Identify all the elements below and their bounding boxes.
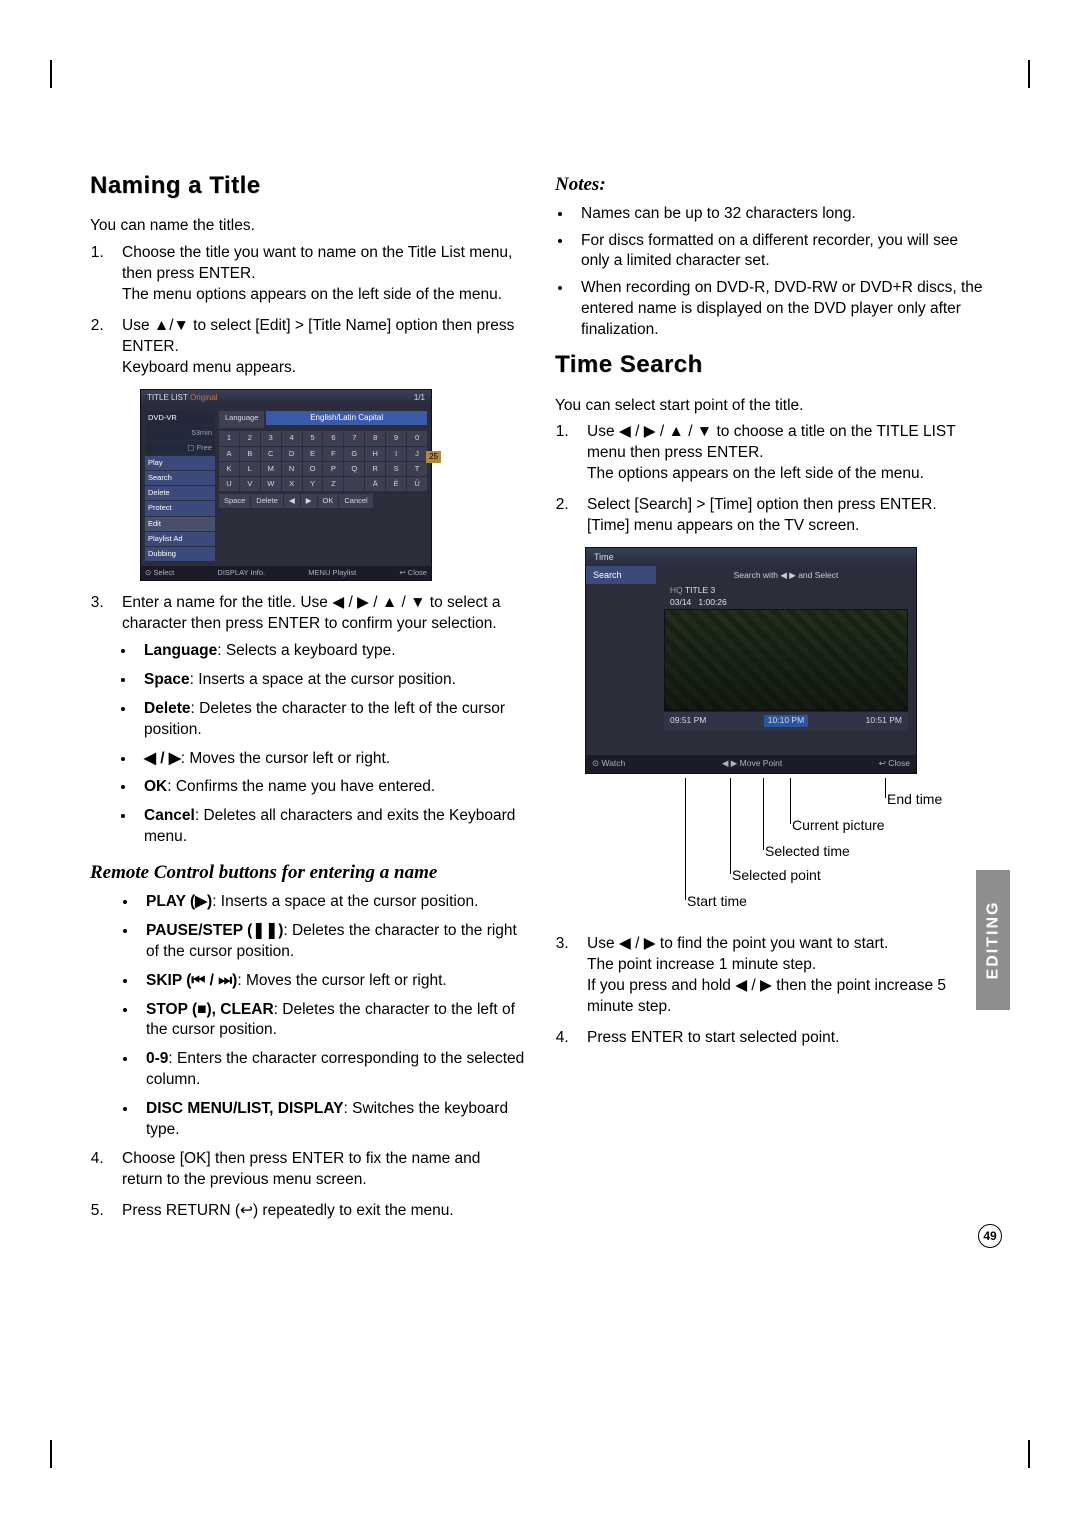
callout-start-time: Start time xyxy=(687,892,747,911)
sub-bullet: OK: Confirms the name you have entered. xyxy=(136,777,525,798)
osd-key: Ä xyxy=(365,477,385,491)
remote-subheading: Remote Control buttons for entering a na… xyxy=(90,860,525,886)
osd-key: I xyxy=(386,447,406,461)
osd-key: A xyxy=(219,447,239,461)
remote-bullet: PAUSE/STEP (❚❚): Deletes the character t… xyxy=(138,921,525,963)
intro-text: You can name the titles. xyxy=(90,216,525,237)
sub-bullet: Language: Selects a keyboard type. xyxy=(136,641,525,662)
osd-key: D xyxy=(282,447,302,461)
osd-timesearch-screenshot: Time Search Search with ◀ ▶ and Select H… xyxy=(585,547,917,774)
osd-key: Q xyxy=(344,462,364,476)
sub-bullet: Delete: Deletes the character to the lef… xyxy=(136,699,525,741)
osd-key: U xyxy=(219,477,239,491)
remote-bullet: SKIP (⏮ / ⏭): Moves the cursor left or r… xyxy=(138,971,525,992)
osd-keyboard-screenshot: TITLE LIST Original 1/1 DVD-VR 53min ▢ F… xyxy=(140,389,432,581)
tstep-2: Select [Search] > [Time] option then pre… xyxy=(573,495,990,537)
osd-key: Y xyxy=(303,477,323,491)
remote-bullet: 0-9: Enters the character corresponding … xyxy=(138,1049,525,1091)
osd-key: S xyxy=(386,462,406,476)
osd-key: E xyxy=(303,447,323,461)
sub-bullet: ◀ / ▶: Moves the cursor left or right. xyxy=(136,749,525,770)
osd-key: C xyxy=(261,447,281,461)
tstep-4: Press ENTER to start selected point. xyxy=(573,1028,990,1049)
osd-key: X xyxy=(282,477,302,491)
osd-key: L xyxy=(240,462,260,476)
osd-lang-label: English/Latin Capital xyxy=(266,411,427,426)
osd-key: É xyxy=(386,477,406,491)
osd-key: 5 xyxy=(303,431,323,445)
note-bullet: Names can be up to 32 characters long. xyxy=(573,204,990,225)
osd-key: Z xyxy=(323,477,343,491)
osd-key: 2 xyxy=(240,431,260,445)
section-tab-editing: EDITING xyxy=(976,870,1010,1010)
osd-key: M xyxy=(261,462,281,476)
osd-preview-area xyxy=(664,609,908,711)
remote-bullet: DISC MENU/LIST, DISPLAY: Switches the ke… xyxy=(138,1099,525,1141)
callouts-block: End time Current picture Selected time S… xyxy=(585,778,945,928)
osd-key: F xyxy=(323,447,343,461)
callout-current-picture: Current picture xyxy=(792,816,885,835)
osd-key: T xyxy=(407,462,427,476)
remote-bullet: PLAY (▶): Inserts a space at the cursor … xyxy=(138,892,525,913)
osd-key: H xyxy=(365,447,385,461)
step-5: Press RETURN (↩) repeatedly to exit the … xyxy=(108,1201,525,1222)
remote-bullet: STOP (■), CLEAR: Deletes the character t… xyxy=(138,1000,525,1042)
osd-key: 4 xyxy=(282,431,302,445)
osd-key: 0 xyxy=(407,431,427,445)
step-1: Choose the title you want to name on the… xyxy=(108,243,525,306)
right-column: Notes: Names can be up to 32 characters … xyxy=(555,170,990,1232)
sub-bullet: Space: Inserts a space at the cursor pos… xyxy=(136,670,525,691)
page-number: 49 xyxy=(978,1224,1002,1248)
heading-naming-title: Naming a Title xyxy=(90,170,525,202)
osd-key: R xyxy=(365,462,385,476)
osd-key: J xyxy=(407,447,427,461)
callout-selected-time: Selected time xyxy=(765,842,850,861)
osd-key: 1 xyxy=(219,431,239,445)
note-bullet: For discs formatted on a different recor… xyxy=(573,231,990,273)
osd-key: V xyxy=(240,477,260,491)
osd-key: 3 xyxy=(261,431,281,445)
tstep-1: Use ◀ / ▶ / ▲ / ▼ to choose a title on t… xyxy=(573,422,990,485)
osd-key xyxy=(344,477,364,491)
notes-heading: Notes: xyxy=(555,172,990,198)
step-2: Use ▲/▼ to select [Edit] > [Title Name] … xyxy=(108,316,525,379)
osd-key: W xyxy=(261,477,281,491)
callout-selected-point: Selected point xyxy=(732,866,821,885)
sub-bullet: Cancel: Deletes all characters and exits… xyxy=(136,806,525,848)
crop-mark xyxy=(50,1440,52,1468)
intro2: You can select start point of the title. xyxy=(555,396,990,417)
osd-key: P xyxy=(323,462,343,476)
osd-key: Ü xyxy=(407,477,427,491)
osd-key: 8 xyxy=(365,431,385,445)
note-bullet: When recording on DVD-R, DVD-RW or DVD+R… xyxy=(573,278,990,341)
osd-key: O xyxy=(303,462,323,476)
osd-key: 9 xyxy=(386,431,406,445)
callout-end-time: End time xyxy=(887,790,942,809)
step-4: Choose [OK] then press ENTER to fix the … xyxy=(108,1149,525,1191)
heading-time-search: Time Search xyxy=(555,349,990,381)
tstep-3: Use ◀ / ▶ to find the point you want to … xyxy=(573,934,990,1018)
osd-key: N xyxy=(282,462,302,476)
osd-key: 7 xyxy=(344,431,364,445)
step-3: Enter a name for the title. Use ◀ / ▶ / … xyxy=(108,593,525,848)
osd-key: G xyxy=(344,447,364,461)
osd-key: B xyxy=(240,447,260,461)
left-column: Naming a Title You can name the titles. … xyxy=(90,170,525,1232)
osd-key: 6 xyxy=(323,431,343,445)
crop-mark xyxy=(1028,1440,1030,1468)
osd-key: K xyxy=(219,462,239,476)
